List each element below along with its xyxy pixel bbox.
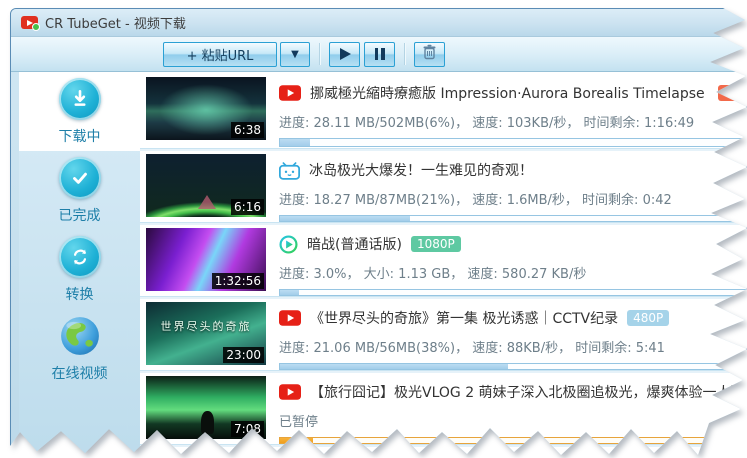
pause-download-button[interactable] — [364, 42, 395, 67]
check-icon — [59, 157, 101, 199]
duration-badge: 1:32:56 — [212, 273, 264, 289]
progress-fill — [280, 216, 410, 221]
video-title: 【旅行囧记】极光VLOG 2 萌妹子深入北极圈追极光，爆爽体验一人独享北冰洋 — [310, 382, 746, 402]
progress-info: 进度: 28.11 MB/502MB(6%)， 速度: 103KB/秒， 时间剩… — [279, 112, 746, 131]
trash-icon — [422, 44, 437, 64]
sidebar-item-label: 已完成 — [59, 205, 101, 225]
video-thumbnail: 6:38 — [146, 77, 266, 140]
youtube-icon — [279, 310, 301, 326]
toolbar: + 粘贴URL ▼ — [11, 37, 746, 72]
paste-url-dropdown-button[interactable]: ▼ — [280, 42, 310, 67]
duration-badge: 7:08 — [231, 421, 264, 437]
download-icon — [59, 78, 101, 120]
bilibili-icon — [279, 161, 300, 180]
sidebar: 下载中 已完成 转换 在线视频 — [19, 72, 140, 457]
progress-fill — [280, 364, 508, 369]
video-title: 暗战(普通话版) — [307, 234, 402, 254]
sidebar-item-label: 下载中 — [59, 126, 101, 146]
quality-badge: 1080P — [411, 236, 461, 252]
progress-fill — [280, 438, 313, 443]
video-title: 冰岛极光大爆发！一生难见的奇观！ — [309, 160, 533, 180]
paste-url-button[interactable]: + 粘贴URL — [163, 42, 277, 67]
duration-badge: 6:38 — [231, 122, 264, 138]
progress-fill — [280, 290, 299, 295]
video-title: 挪威極光縮時療癒版 Impression·Aurora Borealis Tim… — [310, 83, 709, 103]
quality-badge: 480P — [627, 310, 669, 326]
sidebar-item-check[interactable]: 已完成 — [19, 151, 140, 230]
sidebar-item-download[interactable]: 下载中 — [19, 72, 140, 151]
sidebar-item-label: 转换 — [66, 284, 94, 304]
progress-bar — [279, 289, 746, 296]
progress-info: 已暂停 — [279, 411, 746, 430]
video-thumbnail: 世界尽头的奇旅 23:00 — [146, 302, 266, 365]
video-thumbnail: 1:32:56 — [146, 228, 266, 291]
progress-info: 进度: 21.06 MB/56MB(38%)， 速度: 88KB/秒， 时间剩余… — [279, 337, 746, 356]
progress-info: 进度: 18.27 MB/87MB(21%)， 速度: 1.6MB/秒， 时间剩… — [279, 189, 746, 208]
progress-bar — [279, 437, 746, 444]
duration-badge: 23:00 — [223, 347, 264, 363]
progress-info: 进度: 3.0%， 大小: 1.13 GB， 速度: 580.27 KB/秒 — [279, 263, 746, 282]
progress-bar — [279, 138, 746, 147]
delete-button[interactable] — [414, 42, 445, 67]
tencent-icon — [279, 235, 298, 254]
start-download-button[interactable] — [329, 42, 360, 67]
video-thumbnail: 7:08 — [146, 376, 266, 439]
play-icon — [340, 48, 351, 60]
body-area: 下载中 已完成 转换 在线视频 6:38 挪威極光縮時療癒版 Impressio… — [11, 72, 746, 457]
progress-bar — [279, 215, 746, 222]
toolbar-separator — [404, 43, 405, 65]
sidebar-item-globe[interactable]: 在线视频 — [19, 309, 140, 388]
video-title: 《世界尽头的奇旅》第一集 极光诱惑｜CCTV纪录 — [310, 308, 618, 328]
toolbar-separator — [319, 43, 320, 65]
download-row[interactable]: 1:32:56 暗战(普通话版) 1080P 进度: 3.0%， 大小: 1.1… — [140, 223, 746, 297]
download-row[interactable]: 世界尽头的奇旅 23:00 《世界尽头的奇旅》第一集 极光诱惑｜CCTV纪录 4… — [140, 297, 746, 371]
sidebar-item-label: 在线视频 — [52, 363, 108, 383]
download-row[interactable]: 6:38 挪威極光縮時療癒版 Impression·Aurora Boreali… — [140, 72, 746, 149]
progress-bar — [279, 363, 746, 370]
download-row[interactable]: 7:08 【旅行囧记】极光VLOG 2 萌妹子深入北极圈追极光，爆爽体验一人独享… — [140, 371, 746, 445]
quality-badge: 4K — [718, 85, 746, 101]
pause-icon — [375, 48, 385, 60]
duration-badge: 6:16 — [231, 199, 264, 215]
youtube-icon — [279, 85, 301, 101]
thumbnail-overlay-text: 世界尽头的奇旅 — [146, 318, 266, 334]
chevron-down-icon: ▼ — [291, 49, 299, 60]
globe-icon — [59, 315, 101, 357]
download-row[interactable]: 6:16 冰岛极光大爆发！一生难见的奇观！ 进度: 18.27 MB/87MB(… — [140, 149, 746, 223]
window-title: CR TubeGet - 视频下载 — [45, 13, 186, 32]
convert-icon — [59, 236, 101, 278]
app-icon — [21, 16, 38, 29]
video-thumbnail: 6:16 — [146, 154, 266, 217]
title-bar[interactable]: CR TubeGet - 视频下载 — [11, 9, 746, 37]
app-window: CR TubeGet - 视频下载 + 粘贴URL ▼ — [10, 8, 747, 458]
download-list: 6:38 挪威極光縮時療癒版 Impression·Aurora Boreali… — [140, 72, 746, 457]
youtube-icon — [279, 384, 301, 400]
progress-fill — [280, 139, 310, 146]
sidebar-item-convert[interactable]: 转换 — [19, 230, 140, 309]
